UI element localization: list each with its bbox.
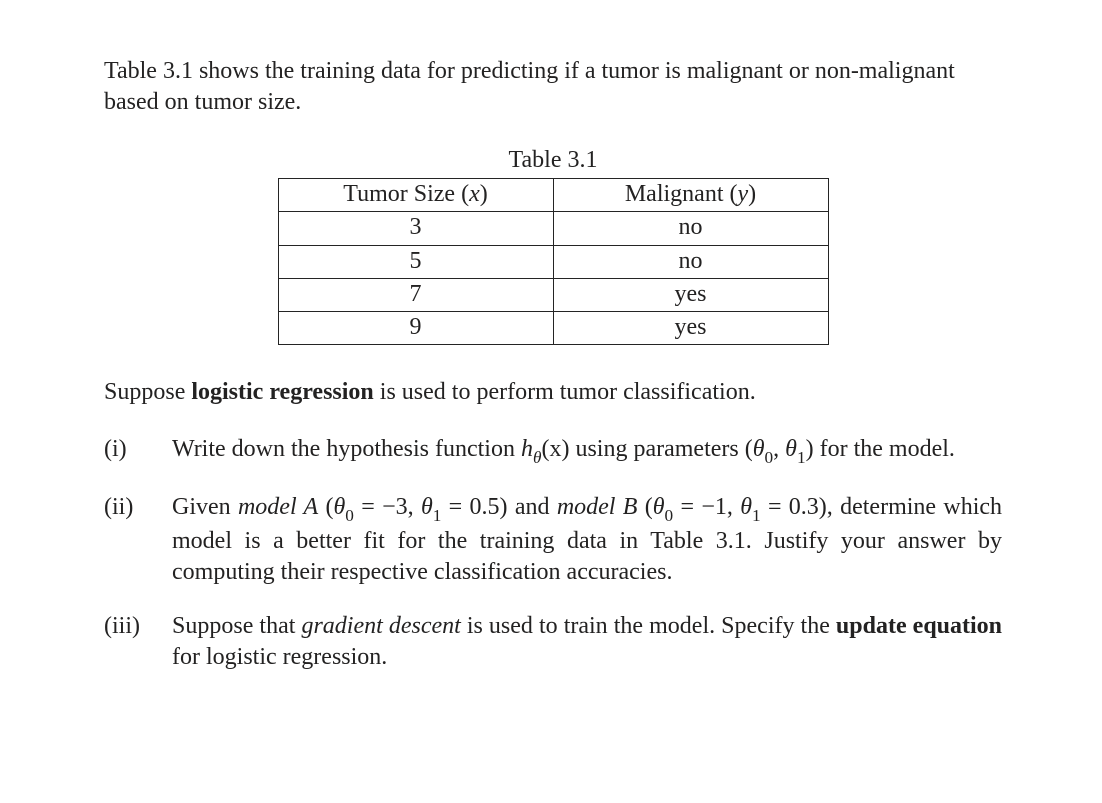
question-text: Given model A (θ0 = −3, θ1 = 0.5) and mo…	[172, 492, 1002, 587]
cell-x: 3	[278, 212, 553, 245]
table-row: 9 yes	[278, 312, 828, 345]
table-row: 3 no	[278, 212, 828, 245]
question-text: Write down the hypothesis function hθ(x)…	[172, 434, 1002, 468]
col-header-tumor-size: Tumor Size (x)	[278, 179, 553, 212]
question-iii: (iii) Suppose that gradient descent is u…	[104, 611, 1002, 672]
model-a: model A	[238, 494, 318, 520]
question-ii: (ii) Given model A (θ0 = −3, θ1 = 0.5) a…	[104, 492, 1002, 587]
theta-subscript: θ	[533, 448, 541, 467]
question-i: (i) Write down the hypothesis function h…	[104, 434, 1002, 468]
page-content: Table 3.1 shows the training data for pr…	[0, 0, 1102, 737]
cell-x: 9	[278, 312, 553, 345]
intro-text: Table 3.1 shows the training data for pr…	[104, 58, 955, 115]
intro-paragraph: Table 3.1 shows the training data for pr…	[104, 56, 1002, 117]
cell-y: no	[553, 245, 828, 278]
cell-x: 7	[278, 278, 553, 311]
table-3-1: Table 3.1 Tumor Size (x) Malignant (y) 3…	[104, 145, 1002, 345]
table-row: 5 no	[278, 245, 828, 278]
table-header-row: Tumor Size (x) Malignant (y)	[278, 179, 828, 212]
gradient-descent: gradient descent	[301, 613, 460, 639]
question-label: (i)	[104, 434, 172, 465]
question-text: Suppose that gradient descent is used to…	[172, 611, 1002, 672]
cell-x: 5	[278, 245, 553, 278]
cell-y: yes	[553, 312, 828, 345]
cell-y: yes	[553, 278, 828, 311]
update-equation-bold: update equation	[836, 613, 1002, 639]
lead-bold: logistic regression	[191, 379, 373, 405]
model-b: model B	[557, 494, 638, 520]
question-label: (iii)	[104, 611, 172, 642]
table-row: 7 yes	[278, 278, 828, 311]
col-header-malignant: Malignant (y)	[553, 179, 828, 212]
question-label: (ii)	[104, 492, 172, 523]
lead-sentence: Suppose logistic regression is used to p…	[104, 377, 1002, 408]
cell-y: no	[553, 212, 828, 245]
h-var: h	[521, 436, 533, 462]
table-caption: Table 3.1	[104, 145, 1002, 176]
data-table: Tumor Size (x) Malignant (y) 3 no 5 no 7…	[278, 178, 829, 345]
